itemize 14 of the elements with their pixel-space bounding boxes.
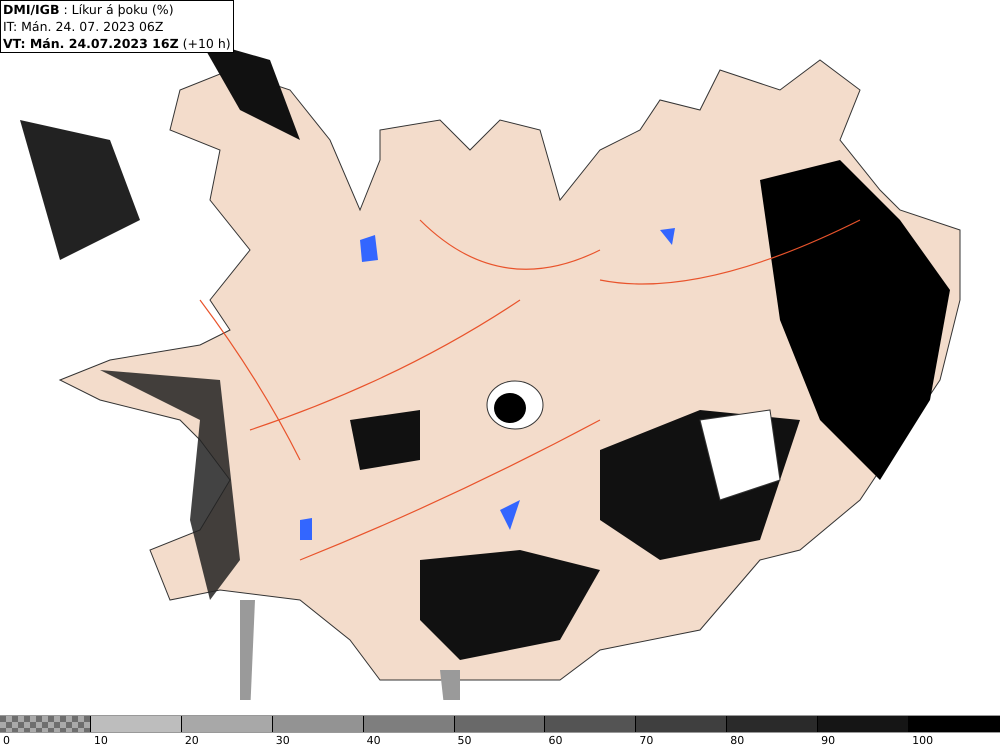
legend-label: 50 [456,734,472,747]
legend-label: 0 [2,734,10,747]
info-text: DMI/IGB : Líkur á þoku (%) [3,1,175,18]
legend-label: 90 [820,734,836,747]
legend-label: 80 [729,734,744,747]
legend-label: 40 [366,734,381,747]
legend-label: 70 [638,734,654,747]
info-text: VT: Mán. 24.07.2023 16Z (+10 h) [3,35,231,52]
info-text: IT: Mán. 24. 07. 2023 06Z [3,18,164,35]
legend-label: 100 [911,734,934,747]
legend-label: 30 [274,734,290,747]
legend-label: 20 [184,734,199,747]
legend-label: 60 [547,734,562,747]
legend-label: 10 [92,734,108,747]
